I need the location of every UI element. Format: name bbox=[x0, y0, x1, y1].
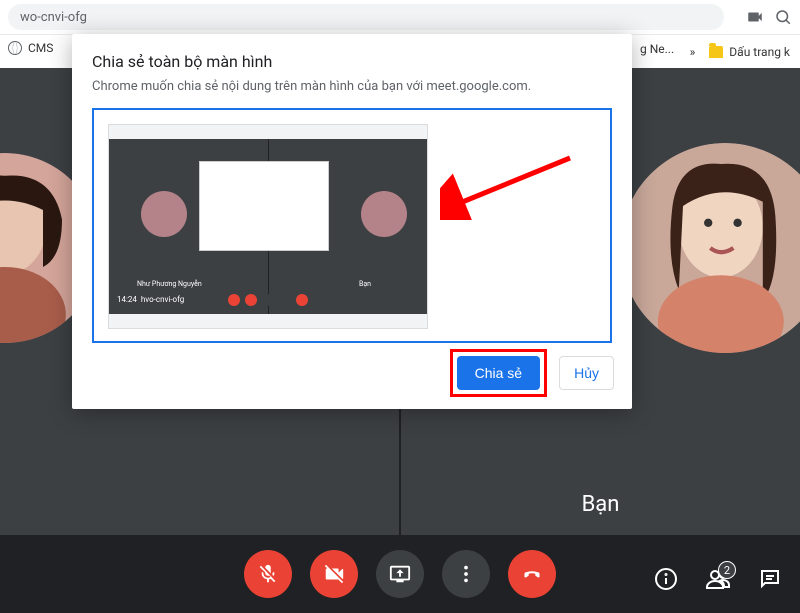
bookmarks-overflow[interactable]: » bbox=[690, 45, 696, 59]
dialog-subtitle: Chrome muốn chia sẻ nội dung trên màn hì… bbox=[92, 79, 612, 94]
dialog-title: Chia sẻ toàn bộ màn hình bbox=[92, 52, 612, 71]
chat-icon[interactable] bbox=[758, 567, 782, 595]
mic-button[interactable] bbox=[244, 550, 292, 598]
thumb-name-1: Như Phương Nguyễn bbox=[137, 280, 202, 288]
bookmark-gne-partial[interactable]: g Ne... bbox=[640, 42, 674, 56]
meet-right-icons: 2 bbox=[654, 567, 782, 595]
self-tile-label: Bạn bbox=[582, 492, 620, 517]
folder-icon bbox=[709, 46, 723, 58]
info-icon[interactable] bbox=[654, 567, 678, 595]
thumb-meeting-code: hvo-cnvi-ofg bbox=[141, 295, 184, 304]
annotation-arrow bbox=[440, 150, 580, 224]
camera-icon[interactable] bbox=[746, 8, 764, 26]
bookmark-folder-label: Dấu trang k bbox=[729, 45, 790, 59]
bookmark-folder[interactable]: Dấu trang k bbox=[709, 45, 790, 59]
globe-icon bbox=[8, 41, 22, 55]
people-icon[interactable]: 2 bbox=[706, 567, 730, 595]
hangup-button[interactable] bbox=[508, 550, 556, 598]
address-bar[interactable]: wo-cnvi-ofg bbox=[8, 4, 724, 30]
bookmark-cms[interactable]: CMS bbox=[8, 41, 53, 55]
cancel-button[interactable]: Hủy bbox=[559, 356, 614, 390]
browser-bar: wo-cnvi-ofg bbox=[0, 0, 800, 35]
camera-button[interactable] bbox=[310, 550, 358, 598]
search-icon[interactable] bbox=[774, 8, 792, 26]
screen-preview-selected[interactable]: Như Phương Nguyễn Bạn 14:24 hvo-cnvi-ofg bbox=[92, 108, 612, 343]
avatar bbox=[620, 143, 800, 353]
highlight-annotation: Chia sẻ bbox=[450, 349, 547, 397]
bookmark-cms-label: CMS bbox=[28, 41, 53, 55]
thumb-name-2: Bạn bbox=[359, 280, 371, 288]
bookmarks-bar-right: » Dấu trang k bbox=[672, 35, 800, 68]
present-button[interactable] bbox=[376, 550, 424, 598]
share-button[interactable]: Chia sẻ bbox=[457, 356, 540, 390]
screen-thumbnail: Như Phương Nguyễn Bạn 14:24 hvo-cnvi-ofg bbox=[108, 124, 428, 329]
more-button[interactable] bbox=[442, 550, 490, 598]
dialog-buttons: Chia sẻ Hủy bbox=[450, 349, 614, 397]
address-text: wo-cnvi-ofg bbox=[20, 10, 87, 25]
people-count-badge: 2 bbox=[718, 561, 736, 579]
thumb-time: 14:24 bbox=[117, 295, 137, 304]
